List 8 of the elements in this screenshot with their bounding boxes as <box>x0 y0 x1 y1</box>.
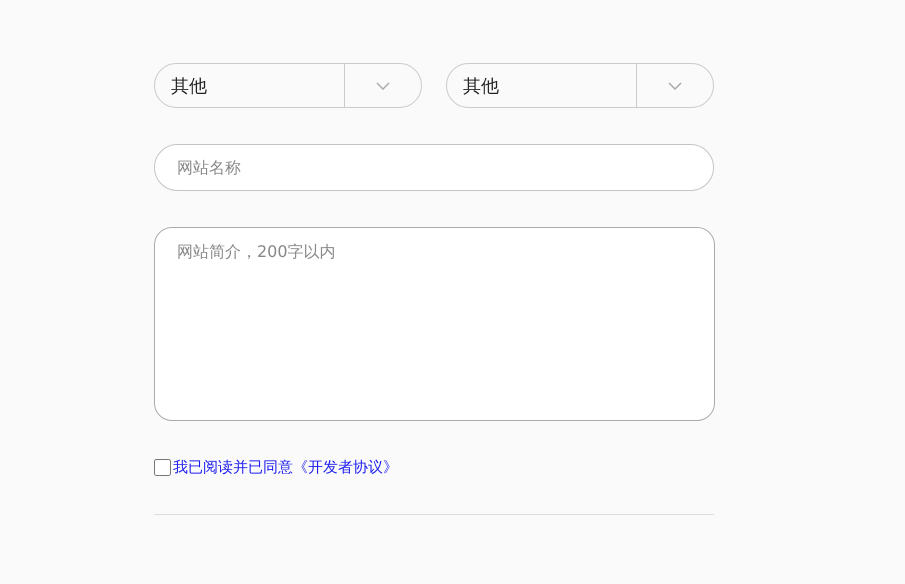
agreement-checkbox[interactable] <box>154 459 171 476</box>
dropdown[interactable]: 其他 <box>154 63 422 108</box>
agreement-link[interactable]: 我已阅读并已同意《开发者协议》 <box>173 458 398 477</box>
chevron-down-icon <box>668 82 682 90</box>
site-name-field[interactable]: 网站名称 <box>154 144 714 191</box>
site-intro-field[interactable]: 网站简介，200字以内 <box>154 227 715 421</box>
dropdown[interactable]: 其他 <box>446 63 714 108</box>
chevron-down-icon <box>376 82 390 90</box>
